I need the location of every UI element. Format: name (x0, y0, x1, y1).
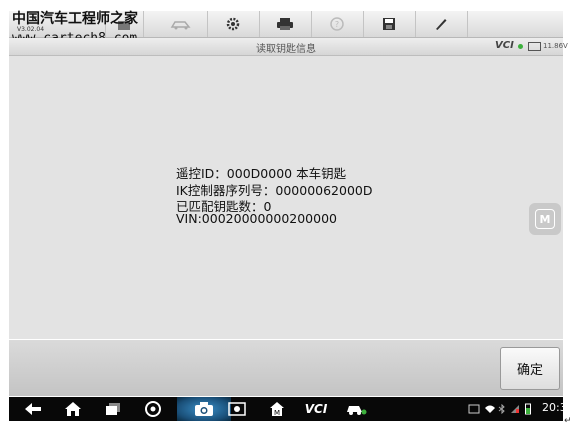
gallery-status (467, 397, 481, 421)
screenshot-button[interactable] (225, 397, 249, 421)
help-icon: ? (330, 17, 344, 31)
svg-text:?: ? (335, 20, 339, 29)
browser-button[interactable] (141, 397, 165, 421)
recent-apps-icon (106, 403, 120, 415)
bluetooth-icon (498, 404, 505, 414)
pen-icon (436, 19, 447, 30)
vci-nav-button[interactable]: VCI (303, 397, 329, 421)
print-button[interactable] (259, 11, 312, 37)
wifi-status (483, 397, 497, 421)
back-button[interactable] (21, 397, 45, 421)
android-nav-bar: M VCI 20:30 (9, 397, 571, 421)
title-bar: 读取钥匙信息 VCI 11.86V (9, 38, 568, 56)
car-button[interactable] (155, 11, 208, 37)
vci-connected-icon (518, 44, 523, 49)
confirm-button[interactable]: 确定 (500, 347, 560, 390)
chrome-icon (145, 401, 161, 417)
status-clock: 20:30 (542, 401, 571, 414)
save-disk-icon (383, 18, 395, 30)
voltage-readout: 11.86V (543, 42, 568, 50)
watermark-chinese: 中国汽车工程师之家 (12, 11, 138, 27)
house-icon (65, 402, 81, 416)
app-frame: ? 中国汽车工程师之家 V3.02.04 www.cartech8.com 读取… (0, 0, 571, 421)
camera-icon (195, 402, 213, 416)
screen-capture-icon (228, 402, 246, 416)
help-button[interactable]: ? (311, 11, 364, 37)
return-mark-icon: ↵ (564, 416, 571, 426)
bottom-action-bar (9, 340, 563, 396)
wifi-icon (485, 405, 495, 413)
battery-level-icon (525, 403, 531, 415)
floating-m-button[interactable]: M (529, 203, 561, 235)
signal-status (509, 397, 521, 421)
car-icon (170, 21, 191, 30)
page-title: 读取钥匙信息 (256, 44, 316, 55)
save-button[interactable] (363, 11, 416, 37)
m-icon: M (535, 209, 555, 229)
vehicle-nav-button[interactable] (343, 397, 369, 421)
edit-button[interactable] (415, 11, 468, 37)
settings-button[interactable] (207, 11, 260, 37)
battery-icon (528, 42, 541, 51)
vci-status-label: VCI (495, 40, 514, 51)
image-notification-icon (468, 404, 480, 414)
recent-apps-button[interactable] (101, 397, 125, 421)
autel-home-button[interactable]: M (265, 397, 289, 421)
autel-home-icon: M (270, 402, 284, 417)
back-arrow-icon (25, 403, 41, 415)
vci-nav-icon: VCI (304, 402, 328, 416)
signal-icon (511, 405, 519, 413)
vin-line: VIN:00020000000200000 (176, 211, 337, 226)
svg-text:M: M (274, 409, 280, 417)
vehicle-icon (347, 406, 367, 415)
camera-button[interactable] (191, 397, 217, 421)
printer-icon (277, 18, 293, 30)
home-nav-button[interactable] (61, 397, 85, 421)
bluetooth-status (497, 397, 507, 421)
battery-status (523, 397, 533, 421)
settings-gear-icon (226, 17, 240, 31)
